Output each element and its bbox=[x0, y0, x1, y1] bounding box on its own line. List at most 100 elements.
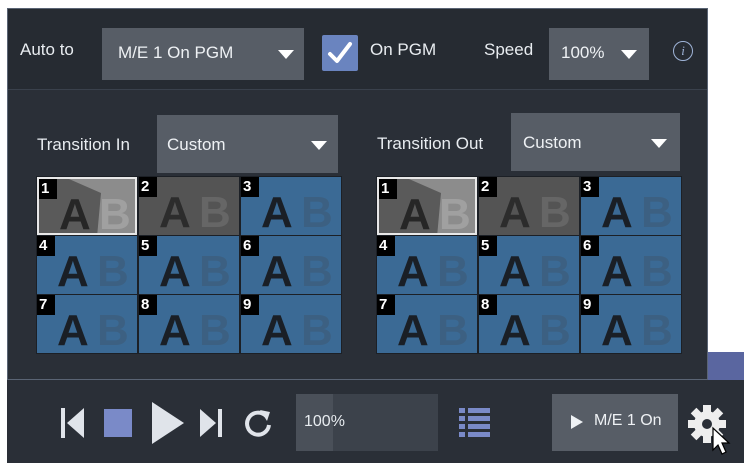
accent-strip bbox=[702, 352, 744, 380]
transition-out-value: Custom bbox=[523, 133, 582, 152]
transition-in-preset-7[interactable]: BA7 bbox=[37, 295, 137, 353]
transition-in-preset-8[interactable]: BA8 bbox=[139, 295, 239, 353]
svg-text:B: B bbox=[437, 247, 469, 294]
transition-in-preset-6[interactable]: BA6 bbox=[241, 236, 341, 294]
svg-text:A: A bbox=[397, 306, 429, 353]
svg-text:B: B bbox=[301, 247, 333, 294]
auto-to-label: Auto to bbox=[20, 40, 74, 59]
svg-text:A: A bbox=[159, 306, 191, 353]
svg-text:A: A bbox=[59, 190, 91, 235]
on-pgm-checkbox[interactable] bbox=[322, 35, 358, 71]
svg-text:B: B bbox=[641, 188, 673, 235]
svg-text:B: B bbox=[301, 306, 333, 353]
speed-label: Speed bbox=[484, 40, 534, 59]
transition-in-preset-9[interactable]: BA9 bbox=[241, 295, 341, 353]
transition-out-preset-9[interactable]: BA9 bbox=[581, 295, 681, 353]
chevron-down-icon bbox=[621, 50, 637, 59]
speed-dropdown[interactable]: 100% bbox=[549, 28, 649, 80]
svg-text:A: A bbox=[57, 247, 89, 294]
svg-text:A: A bbox=[499, 306, 531, 353]
svg-text:B: B bbox=[437, 306, 469, 353]
playlist-icon[interactable] bbox=[458, 406, 492, 438]
skip-to-start-icon[interactable] bbox=[60, 404, 86, 442]
svg-text:B: B bbox=[199, 247, 231, 294]
svg-text:B: B bbox=[199, 188, 231, 235]
svg-text:A: A bbox=[57, 306, 89, 353]
preset-number: 5 bbox=[139, 236, 157, 256]
run-transition-button[interactable]: M/E 1 On bbox=[552, 394, 678, 451]
svg-text:A: A bbox=[261, 188, 293, 235]
preset-number: 1 bbox=[379, 179, 397, 199]
checkmark-icon bbox=[328, 42, 352, 63]
svg-text:B: B bbox=[301, 188, 333, 235]
svg-text:B: B bbox=[439, 190, 471, 235]
transition-in-dropdown[interactable]: Custom bbox=[157, 115, 338, 173]
svg-text:B: B bbox=[539, 306, 571, 353]
on-pgm-label: On PGM bbox=[370, 40, 437, 59]
progress-text: 100% bbox=[304, 413, 345, 430]
svg-text:A: A bbox=[499, 188, 531, 235]
svg-text:A: A bbox=[261, 247, 293, 294]
preset-number: 3 bbox=[581, 177, 599, 197]
play-icon bbox=[571, 415, 583, 429]
preset-number: 4 bbox=[377, 236, 395, 256]
transition-in-value: Custom bbox=[167, 135, 226, 154]
svg-text:B: B bbox=[97, 247, 129, 294]
chevron-down-icon bbox=[651, 139, 667, 148]
gear-icon[interactable] bbox=[685, 400, 735, 456]
chevron-down-icon bbox=[311, 141, 327, 150]
transition-out-preset-6[interactable]: BA6 bbox=[581, 236, 681, 294]
transition-in-preset-2[interactable]: BA2 bbox=[139, 177, 239, 235]
auto-to-dropdown[interactable]: M/E 1 On PGM bbox=[102, 28, 304, 80]
preset-number: 6 bbox=[581, 236, 599, 256]
speed-value: 100% bbox=[561, 43, 605, 62]
svg-text:B: B bbox=[97, 306, 129, 353]
transition-in-preset-1[interactable]: BA1 bbox=[37, 177, 137, 235]
transition-out-preset-5[interactable]: BA5 bbox=[479, 236, 579, 294]
preset-number: 1 bbox=[39, 179, 57, 199]
svg-text:A: A bbox=[159, 188, 191, 235]
transition-out-preset-3[interactable]: BA3 bbox=[581, 177, 681, 235]
transition-out-preset-2[interactable]: BA2 bbox=[479, 177, 579, 235]
svg-text:A: A bbox=[601, 247, 633, 294]
mouse-cursor-icon bbox=[712, 426, 731, 455]
playback-progress[interactable]: 100% bbox=[296, 394, 438, 451]
transition-in-preset-3[interactable]: BA3 bbox=[241, 177, 341, 235]
transition-in-preset-4[interactable]: BA4 bbox=[37, 236, 137, 294]
chevron-down-icon bbox=[278, 50, 294, 59]
transition-in-preset-5[interactable]: BA5 bbox=[139, 236, 239, 294]
svg-text:B: B bbox=[539, 188, 571, 235]
transition-out-label: Transition Out bbox=[377, 134, 484, 153]
svg-text:A: A bbox=[399, 190, 431, 235]
transition-out-preset-4[interactable]: BA4 bbox=[377, 236, 477, 294]
svg-text:B: B bbox=[539, 247, 571, 294]
transition-out-preset-7[interactable]: BA7 bbox=[377, 295, 477, 353]
preset-number: 7 bbox=[377, 295, 395, 315]
preset-number: 5 bbox=[479, 236, 497, 256]
svg-text:A: A bbox=[397, 247, 429, 294]
transition-settings-popup: Auto to M/E 1 On PGM On PGM Speed 100% i… bbox=[7, 8, 708, 380]
preset-number: 4 bbox=[37, 236, 55, 256]
play-icon[interactable] bbox=[150, 400, 186, 446]
preset-number: 9 bbox=[581, 295, 599, 315]
preset-number: 2 bbox=[479, 177, 497, 197]
preset-number: 6 bbox=[241, 236, 259, 256]
svg-text:A: A bbox=[159, 247, 191, 294]
svg-text:B: B bbox=[99, 190, 131, 235]
transition-out-preset-1[interactable]: BA1 bbox=[377, 177, 477, 235]
preset-number: 3 bbox=[241, 177, 259, 197]
loop-icon[interactable] bbox=[242, 406, 274, 440]
transition-out-dropdown[interactable]: Custom bbox=[511, 113, 680, 171]
transition-out-preset-8[interactable]: BA8 bbox=[479, 295, 579, 353]
preset-number: 7 bbox=[37, 295, 55, 315]
info-icon[interactable]: i bbox=[673, 41, 693, 61]
svg-text:B: B bbox=[641, 247, 673, 294]
stop-icon[interactable] bbox=[103, 408, 133, 438]
run-button-label: M/E 1 On bbox=[594, 412, 662, 429]
transition-in-label: Transition In bbox=[37, 135, 130, 154]
skip-to-end-icon[interactable] bbox=[198, 406, 224, 440]
preset-number: 8 bbox=[479, 295, 497, 315]
svg-text:B: B bbox=[199, 306, 231, 353]
svg-text:A: A bbox=[601, 188, 633, 235]
svg-text:A: A bbox=[261, 306, 293, 353]
